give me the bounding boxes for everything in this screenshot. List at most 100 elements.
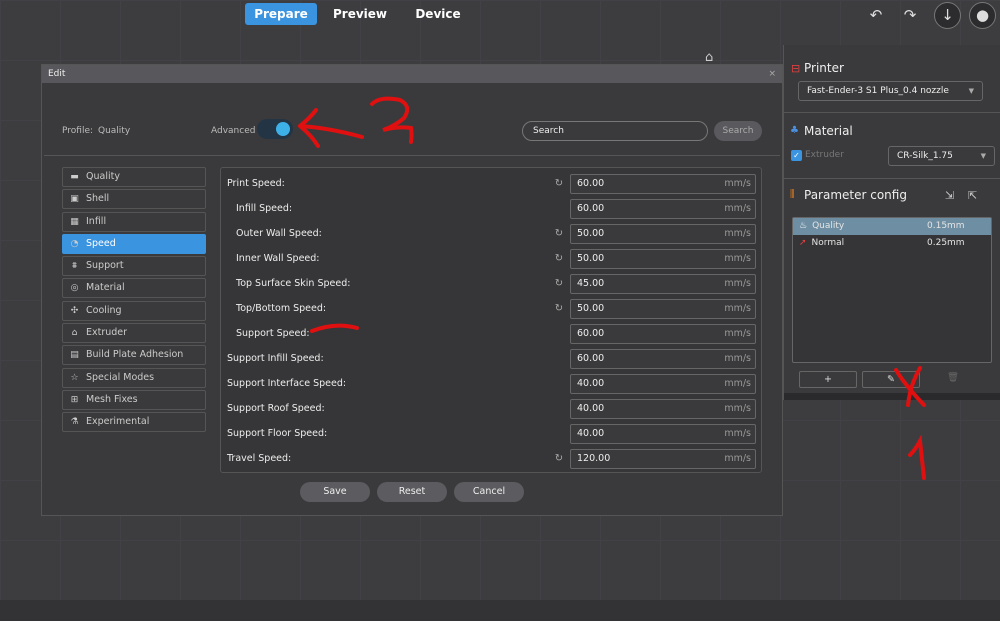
- setting-input[interactable]: 45.00 mm/s: [570, 274, 756, 294]
- close-icon[interactable]: ×: [768, 65, 776, 83]
- category-label: Shell: [86, 193, 110, 205]
- reset-icon[interactable]: ↻: [553, 228, 565, 240]
- setting-input[interactable]: 120.00 mm/s: [570, 449, 756, 469]
- unit-label: mm/s: [724, 203, 751, 214]
- setting-value: 60.00: [577, 178, 605, 189]
- printer-select[interactable]: Fast-Ender-3 S1 Plus_0.4 nozzle ▼: [798, 81, 983, 101]
- cooling-icon: ✣: [70, 305, 79, 316]
- setting-label: Print Speed:: [227, 178, 285, 189]
- setting-label: Support Speed:: [236, 328, 310, 339]
- category-material[interactable]: ◎ Material: [62, 278, 206, 299]
- category-shell[interactable]: ▣ Shell: [62, 189, 206, 210]
- setting-input[interactable]: 40.00 mm/s: [570, 424, 756, 444]
- profile-item[interactable]: ♨ Quality 0.15mm: [793, 218, 991, 235]
- download-icon[interactable]: ↓: [934, 2, 961, 29]
- divider: [44, 155, 780, 156]
- unit-label: mm/s: [724, 328, 751, 339]
- category-mesh-fixes[interactable]: ⊞ Mesh Fixes: [62, 389, 206, 410]
- unit-label: mm/s: [724, 228, 751, 239]
- advanced-toggle[interactable]: [257, 119, 293, 139]
- profile-name: Quality: [812, 221, 845, 231]
- setting-input[interactable]: 50.00 mm/s: [570, 224, 756, 244]
- profile-item[interactable]: ➚ Normal 0.25mm: [793, 235, 991, 252]
- undo-icon[interactable]: ↶: [864, 3, 888, 27]
- setting-row: Infill Speed: 60.00 mm/s: [221, 197, 761, 222]
- setting-input[interactable]: 50.00 mm/s: [570, 249, 756, 269]
- setting-input[interactable]: 60.00 mm/s: [570, 199, 756, 219]
- profile-layer-height: 0.15mm: [927, 221, 965, 231]
- unit-label: mm/s: [724, 253, 751, 264]
- shell-icon: ▣: [70, 194, 79, 205]
- reset-icon[interactable]: ↻: [553, 253, 565, 265]
- setting-value: 45.00: [577, 278, 605, 289]
- user-icon[interactable]: ●: [969, 2, 996, 29]
- category-support[interactable]: ⩩ Support: [62, 256, 206, 277]
- parameter-config-icon: ⫼: [790, 189, 795, 200]
- save-button[interactable]: Save: [300, 482, 370, 502]
- category-label: Infill: [86, 215, 107, 227]
- dialog-title: Edit: [48, 69, 66, 79]
- category-speed[interactable]: ◔ Speed: [62, 233, 206, 254]
- add-profile-button[interactable]: +: [799, 371, 857, 388]
- category-experimental[interactable]: ⚗ Experimental: [62, 412, 206, 433]
- setting-input[interactable]: 60.00 mm/s: [570, 174, 756, 194]
- toggle-knob: [276, 122, 290, 136]
- search-input[interactable]: Search: [522, 121, 708, 141]
- setting-row: Support Interface Speed: 40.00 mm/s: [221, 372, 761, 397]
- category-label: Material: [86, 282, 125, 294]
- tab-device[interactable]: Device: [405, 3, 471, 25]
- setting-input[interactable]: 60.00 mm/s: [570, 349, 756, 369]
- redo-icon[interactable]: ↷: [898, 3, 922, 27]
- tab-prepare[interactable]: Prepare: [245, 3, 317, 25]
- build-plate-floor: [0, 600, 1000, 621]
- tab-preview[interactable]: Preview: [325, 3, 395, 25]
- setting-row: Inner Wall Speed: ↻ 50.00 mm/s: [221, 247, 761, 272]
- setting-input[interactable]: 60.00 mm/s: [570, 324, 756, 344]
- dialog-title-bar: Edit ×: [42, 65, 782, 83]
- setting-input[interactable]: 50.00 mm/s: [570, 299, 756, 319]
- unit-label: mm/s: [724, 278, 751, 289]
- resize-handle[interactable]: [784, 393, 1000, 400]
- extruder-checkbox[interactable]: ✓: [791, 150, 802, 161]
- category-infill[interactable]: ▦ Infill: [62, 211, 206, 232]
- reset-button[interactable]: Reset: [377, 482, 447, 502]
- extruder-icon: ⌂: [71, 328, 78, 339]
- setting-value: 40.00: [577, 403, 605, 414]
- import-icon[interactable]: ⇲: [945, 189, 954, 202]
- edit-profile-button[interactable]: ✎: [862, 371, 920, 388]
- setting-value: 60.00: [577, 328, 605, 339]
- setting-row: Support Infill Speed: 60.00 mm/s: [221, 347, 761, 372]
- cancel-button[interactable]: Cancel: [454, 482, 524, 502]
- setting-value: 50.00: [577, 228, 605, 239]
- setting-value: 60.00: [577, 353, 605, 364]
- profile-list: ♨ Quality 0.15mm ➚ Normal 0.25mm: [792, 217, 992, 363]
- reset-icon[interactable]: ↻: [553, 453, 565, 465]
- category-extruder[interactable]: ⌂ Extruder: [62, 323, 206, 344]
- build-plate-adhesion-icon: ▤: [70, 350, 79, 361]
- export-icon[interactable]: ⇱: [968, 189, 977, 202]
- category-special-modes[interactable]: ☆ Special Modes: [62, 367, 206, 388]
- unit-label: mm/s: [724, 178, 751, 189]
- divider: [784, 112, 1000, 113]
- delete-icon[interactable]: 🗑: [947, 372, 959, 383]
- reset-icon[interactable]: ↻: [553, 303, 565, 315]
- setting-value: 50.00: [577, 253, 605, 264]
- search-button[interactable]: Search: [714, 121, 762, 141]
- material-select[interactable]: CR-Silk_1.75 ▼: [888, 146, 995, 166]
- category-label: Build Plate Adhesion: [86, 349, 184, 361]
- speed-icon: ◔: [70, 238, 79, 249]
- setting-row: Travel Speed: ↻ 120.00 mm/s: [221, 447, 761, 472]
- setting-input[interactable]: 40.00 mm/s: [570, 374, 756, 394]
- profile-label: Profile:: [62, 126, 94, 136]
- setting-label: Outer Wall Speed:: [236, 228, 322, 239]
- category-cooling[interactable]: ✣ Cooling: [62, 300, 206, 321]
- setting-value: 120.00: [577, 453, 611, 464]
- reset-icon[interactable]: ↻: [553, 178, 565, 190]
- home-icon[interactable]: ⌂: [705, 50, 713, 65]
- setting-input[interactable]: 40.00 mm/s: [570, 399, 756, 419]
- category-build-plate-adhesion[interactable]: ▤ Build Plate Adhesion: [62, 345, 206, 366]
- category-quality[interactable]: ▬ Quality: [62, 167, 206, 187]
- reset-icon[interactable]: ↻: [553, 278, 565, 290]
- setting-label: Infill Speed:: [236, 203, 293, 214]
- unit-label: mm/s: [724, 403, 751, 414]
